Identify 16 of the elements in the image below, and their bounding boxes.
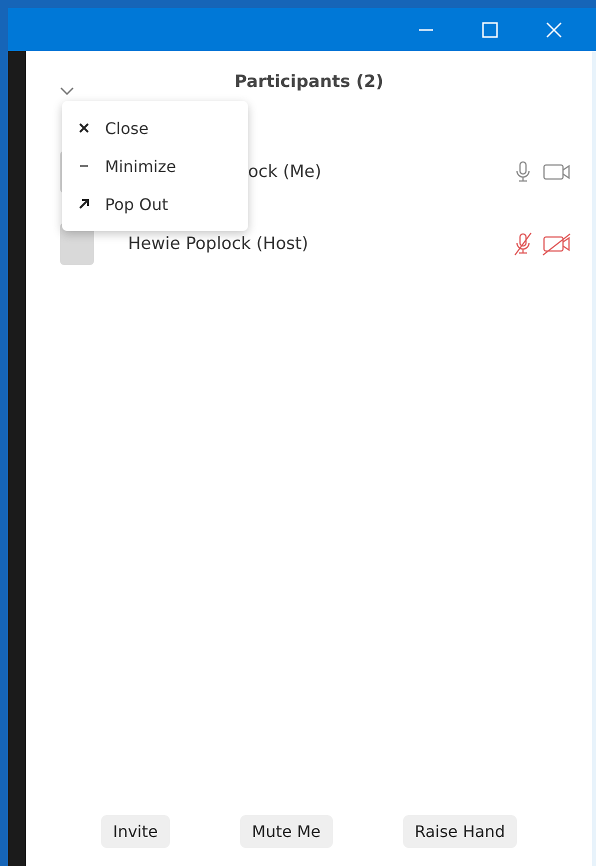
participant-name: ock (Me): [248, 162, 322, 182]
menu-item[interactable]: Close: [62, 109, 248, 147]
maximize-icon[interactable]: [481, 20, 499, 38]
diagonal-arrow-icon: [78, 198, 90, 210]
camera-off-icon[interactable]: [542, 232, 572, 256]
panel-title: Participants (2): [234, 72, 384, 92]
action-button[interactable]: Mute Me: [240, 815, 333, 848]
chevron-icon[interactable]: [60, 87, 74, 95]
action-button[interactable]: Raise Hand: [402, 815, 517, 848]
menu-item[interactable]: Pop Out: [62, 185, 248, 223]
menu-item[interactable]: Minimize: [62, 147, 248, 185]
close-icon: [78, 122, 90, 134]
action-button[interactable]: Invite: [100, 815, 170, 848]
close-icon[interactable]: [545, 20, 563, 38]
muted-microphone-icon[interactable]: [512, 232, 534, 256]
participant-name: Hewie Poplock (Host): [128, 234, 310, 254]
